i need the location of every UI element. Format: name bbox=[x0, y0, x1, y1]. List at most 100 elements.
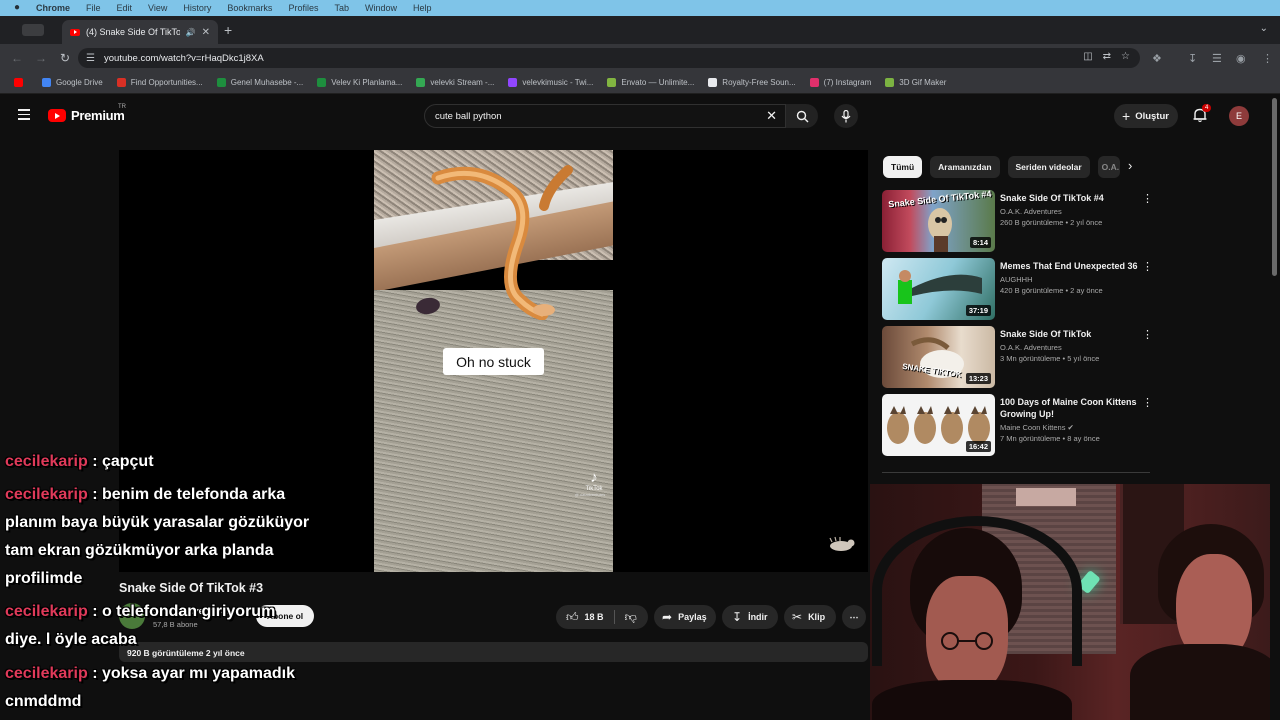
channel-name[interactable]: Maine Coon Kittens ✔ bbox=[1000, 423, 1140, 432]
downloads-icon[interactable]: ↧ bbox=[1188, 52, 1197, 65]
chip-from-series[interactable]: Seriden videolar bbox=[1007, 156, 1090, 178]
video-thumbnail[interactable]: 16:42 bbox=[882, 394, 995, 456]
tab-list-chevron-icon[interactable]: ⌄ bbox=[1260, 23, 1268, 34]
video-title[interactable]: Snake Side Of TikTok bbox=[1000, 328, 1140, 340]
more-vertical-icon[interactable]: ⋮ bbox=[1142, 396, 1153, 409]
channel-name[interactable]: AUGHHH bbox=[1000, 275, 1140, 284]
bookmark-item[interactable]: Genel Muhasebe -... bbox=[216, 78, 303, 87]
chrome-menu-icon[interactable]: ⋮ bbox=[1262, 52, 1273, 65]
duration-badge: 8:14 bbox=[969, 237, 991, 248]
channel-name[interactable]: O.A.K. Adventures bbox=[1000, 343, 1140, 352]
bookmark-item[interactable]: velevkimusic - Twi... bbox=[508, 78, 593, 87]
bookmark-item[interactable]: Royalty-Free Soun... bbox=[708, 78, 796, 87]
clear-search-icon[interactable]: ✕ bbox=[766, 108, 777, 124]
bookmark-item[interactable]: Google Drive bbox=[42, 78, 103, 87]
menu-window[interactable]: Window bbox=[365, 3, 397, 13]
menu-help[interactable]: Help bbox=[413, 3, 432, 13]
clip-button[interactable]: ✂ Klip bbox=[784, 605, 836, 629]
video-info: Memes That End Unexpected 36 AUGHHH 420 … bbox=[1000, 260, 1140, 295]
menu-history[interactable]: History bbox=[183, 3, 211, 13]
hamburger-menu-icon[interactable] bbox=[18, 109, 30, 120]
create-button[interactable]: + Oluştur bbox=[1114, 104, 1178, 128]
bookmark-youtube[interactable] bbox=[14, 78, 28, 87]
forward-button[interactable]: → bbox=[34, 51, 48, 65]
recommended-video[interactable]: Snake Side Of TikTok #4 8:14 Snake Side … bbox=[882, 190, 1153, 252]
more-vertical-icon[interactable]: ⋮ bbox=[1142, 328, 1153, 341]
kick-icon bbox=[416, 78, 426, 87]
speaker-icon[interactable]: 🔊 bbox=[186, 28, 196, 37]
close-tab-icon[interactable]: ✕ bbox=[202, 27, 210, 38]
page-scrollbar[interactable] bbox=[1272, 98, 1277, 276]
chip-all[interactable]: Tümü bbox=[883, 156, 923, 178]
video-meta: 260 B görüntüleme • 2 yıl önce bbox=[1000, 218, 1103, 227]
reload-button[interactable]: ↻ bbox=[58, 51, 72, 65]
tiktok-user: @.oatadventures bbox=[574, 492, 606, 497]
voice-search-button[interactable] bbox=[834, 104, 858, 128]
chat-message-continued: planım baya büyük yarasalar gözüküyor bbox=[5, 514, 310, 531]
recommended-video[interactable]: 37:19 Memes That End Unexpected 36 AUGHH… bbox=[882, 258, 1153, 320]
download-icon: ↧ bbox=[732, 610, 743, 624]
share-button[interactable]: ➦ Paylaş bbox=[654, 605, 716, 629]
chip-from-search[interactable]: Aramanızdan bbox=[930, 156, 1000, 178]
download-button[interactable]: ↧ İndir bbox=[722, 605, 778, 629]
video-thumbnail[interactable]: 37:19 bbox=[882, 258, 995, 320]
menu-file[interactable]: File bbox=[86, 3, 101, 13]
edge bbox=[1270, 484, 1280, 720]
like-icon[interactable]: 👍︎ bbox=[566, 610, 579, 625]
chip-channel[interactable]: O.A. bbox=[1097, 156, 1120, 178]
install-app-icon[interactable]: ◫ bbox=[1083, 51, 1092, 62]
video-info: Snake Side Of TikTok O.A.K. Adventures 3… bbox=[1000, 328, 1140, 363]
video-thumbnail[interactable]: Snake Side Of TikTok #4 8:14 bbox=[882, 190, 995, 252]
back-button[interactable]: ← bbox=[10, 51, 24, 65]
bookmark-item[interactable]: 3D Gif Maker bbox=[885, 78, 946, 87]
media-controls-icon[interactable]: ☰ bbox=[1212, 52, 1222, 65]
search-button[interactable] bbox=[786, 104, 818, 128]
search-query: cute ball python bbox=[435, 110, 502, 122]
bookmark-item[interactable]: velevki Stream -... bbox=[416, 78, 494, 87]
description-box[interactable]: 920 B görüntüleme 2 yıl önce bbox=[119, 642, 868, 662]
more-vertical-icon[interactable]: ⋮ bbox=[1142, 192, 1153, 205]
menu-chrome[interactable]: Chrome bbox=[36, 3, 70, 13]
profile-icon[interactable]: ◉ bbox=[1236, 52, 1246, 65]
video-title[interactable]: 100 Days of Maine Coon Kittens Growing U… bbox=[1000, 396, 1140, 420]
like-count[interactable]: 18 B bbox=[585, 612, 604, 622]
notifications-button[interactable]: 4 bbox=[1192, 104, 1212, 125]
browser-tab-active[interactable]: (4) Snake Side Of TikTok 🔊 ✕ bbox=[62, 20, 218, 44]
duration-badge: 13:23 bbox=[965, 373, 991, 384]
address-bar[interactable]: ☰ youtube.com/watch?v=rHaqDkc1j8XA ◫ ⇄ ☆ bbox=[78, 48, 1140, 68]
bookmark-label: velevki Stream -... bbox=[430, 78, 495, 87]
video-title: Snake Side Of TikTok #3 bbox=[119, 581, 264, 595]
bookmark-item[interactable]: Velev Ki Planlama... bbox=[317, 78, 402, 87]
extensions-icon[interactable]: ❖ bbox=[1152, 52, 1162, 65]
more-vertical-icon[interactable]: ⋮ bbox=[1142, 260, 1153, 273]
account-avatar[interactable]: E bbox=[1229, 106, 1249, 126]
window-light bbox=[1016, 488, 1076, 506]
dislike-icon[interactable]: 👎︎ bbox=[625, 610, 637, 625]
recommended-video[interactable]: 16:42 100 Days of Maine Coon Kittens Gro… bbox=[882, 394, 1153, 456]
region-code: TR bbox=[118, 104, 126, 110]
bookmark-item[interactable]: Envato — Unlimite... bbox=[607, 78, 694, 87]
menu-view[interactable]: View bbox=[148, 3, 167, 13]
translate-icon[interactable]: ⇄ bbox=[1103, 51, 1111, 62]
more-actions-button[interactable]: ⋯ bbox=[842, 605, 866, 629]
video-title[interactable]: Snake Side Of TikTok #4 bbox=[1000, 192, 1140, 204]
youtube-premium-logo[interactable]: Premium TR bbox=[48, 104, 126, 123]
recommended-video[interactable]: SNAKE TIKTOK 13:23 Snake Side Of TikTok … bbox=[882, 326, 1153, 388]
menu-profiles[interactable]: Profiles bbox=[288, 3, 318, 13]
menu-bookmarks[interactable]: Bookmarks bbox=[227, 3, 272, 13]
bookmark-item[interactable]: (7) Instagram bbox=[809, 78, 871, 87]
site-info-icon[interactable]: ☰ bbox=[86, 53, 98, 64]
youtube-bookmark-icon bbox=[14, 78, 23, 87]
video-thumbnail[interactable]: SNAKE TIKTOK 13:23 bbox=[882, 326, 995, 388]
menu-edit[interactable]: Edit bbox=[117, 3, 133, 13]
bookmark-star-icon[interactable]: ☆ bbox=[1121, 51, 1130, 62]
new-tab-button[interactable]: + bbox=[224, 22, 232, 38]
menu-tab[interactable]: Tab bbox=[334, 3, 349, 13]
video-title[interactable]: Memes That End Unexpected 36 bbox=[1000, 260, 1140, 272]
apple-icon[interactable]: ● bbox=[14, 3, 24, 13]
chevron-right-icon[interactable]: › bbox=[1128, 158, 1132, 173]
tab-search-button[interactable] bbox=[22, 24, 44, 36]
channel-name[interactable]: O.A.K. Adventures bbox=[1000, 207, 1140, 216]
bookmark-item[interactable]: Find Opportunities... bbox=[116, 78, 203, 87]
search-input[interactable]: cute ball python ✕ bbox=[424, 104, 786, 128]
